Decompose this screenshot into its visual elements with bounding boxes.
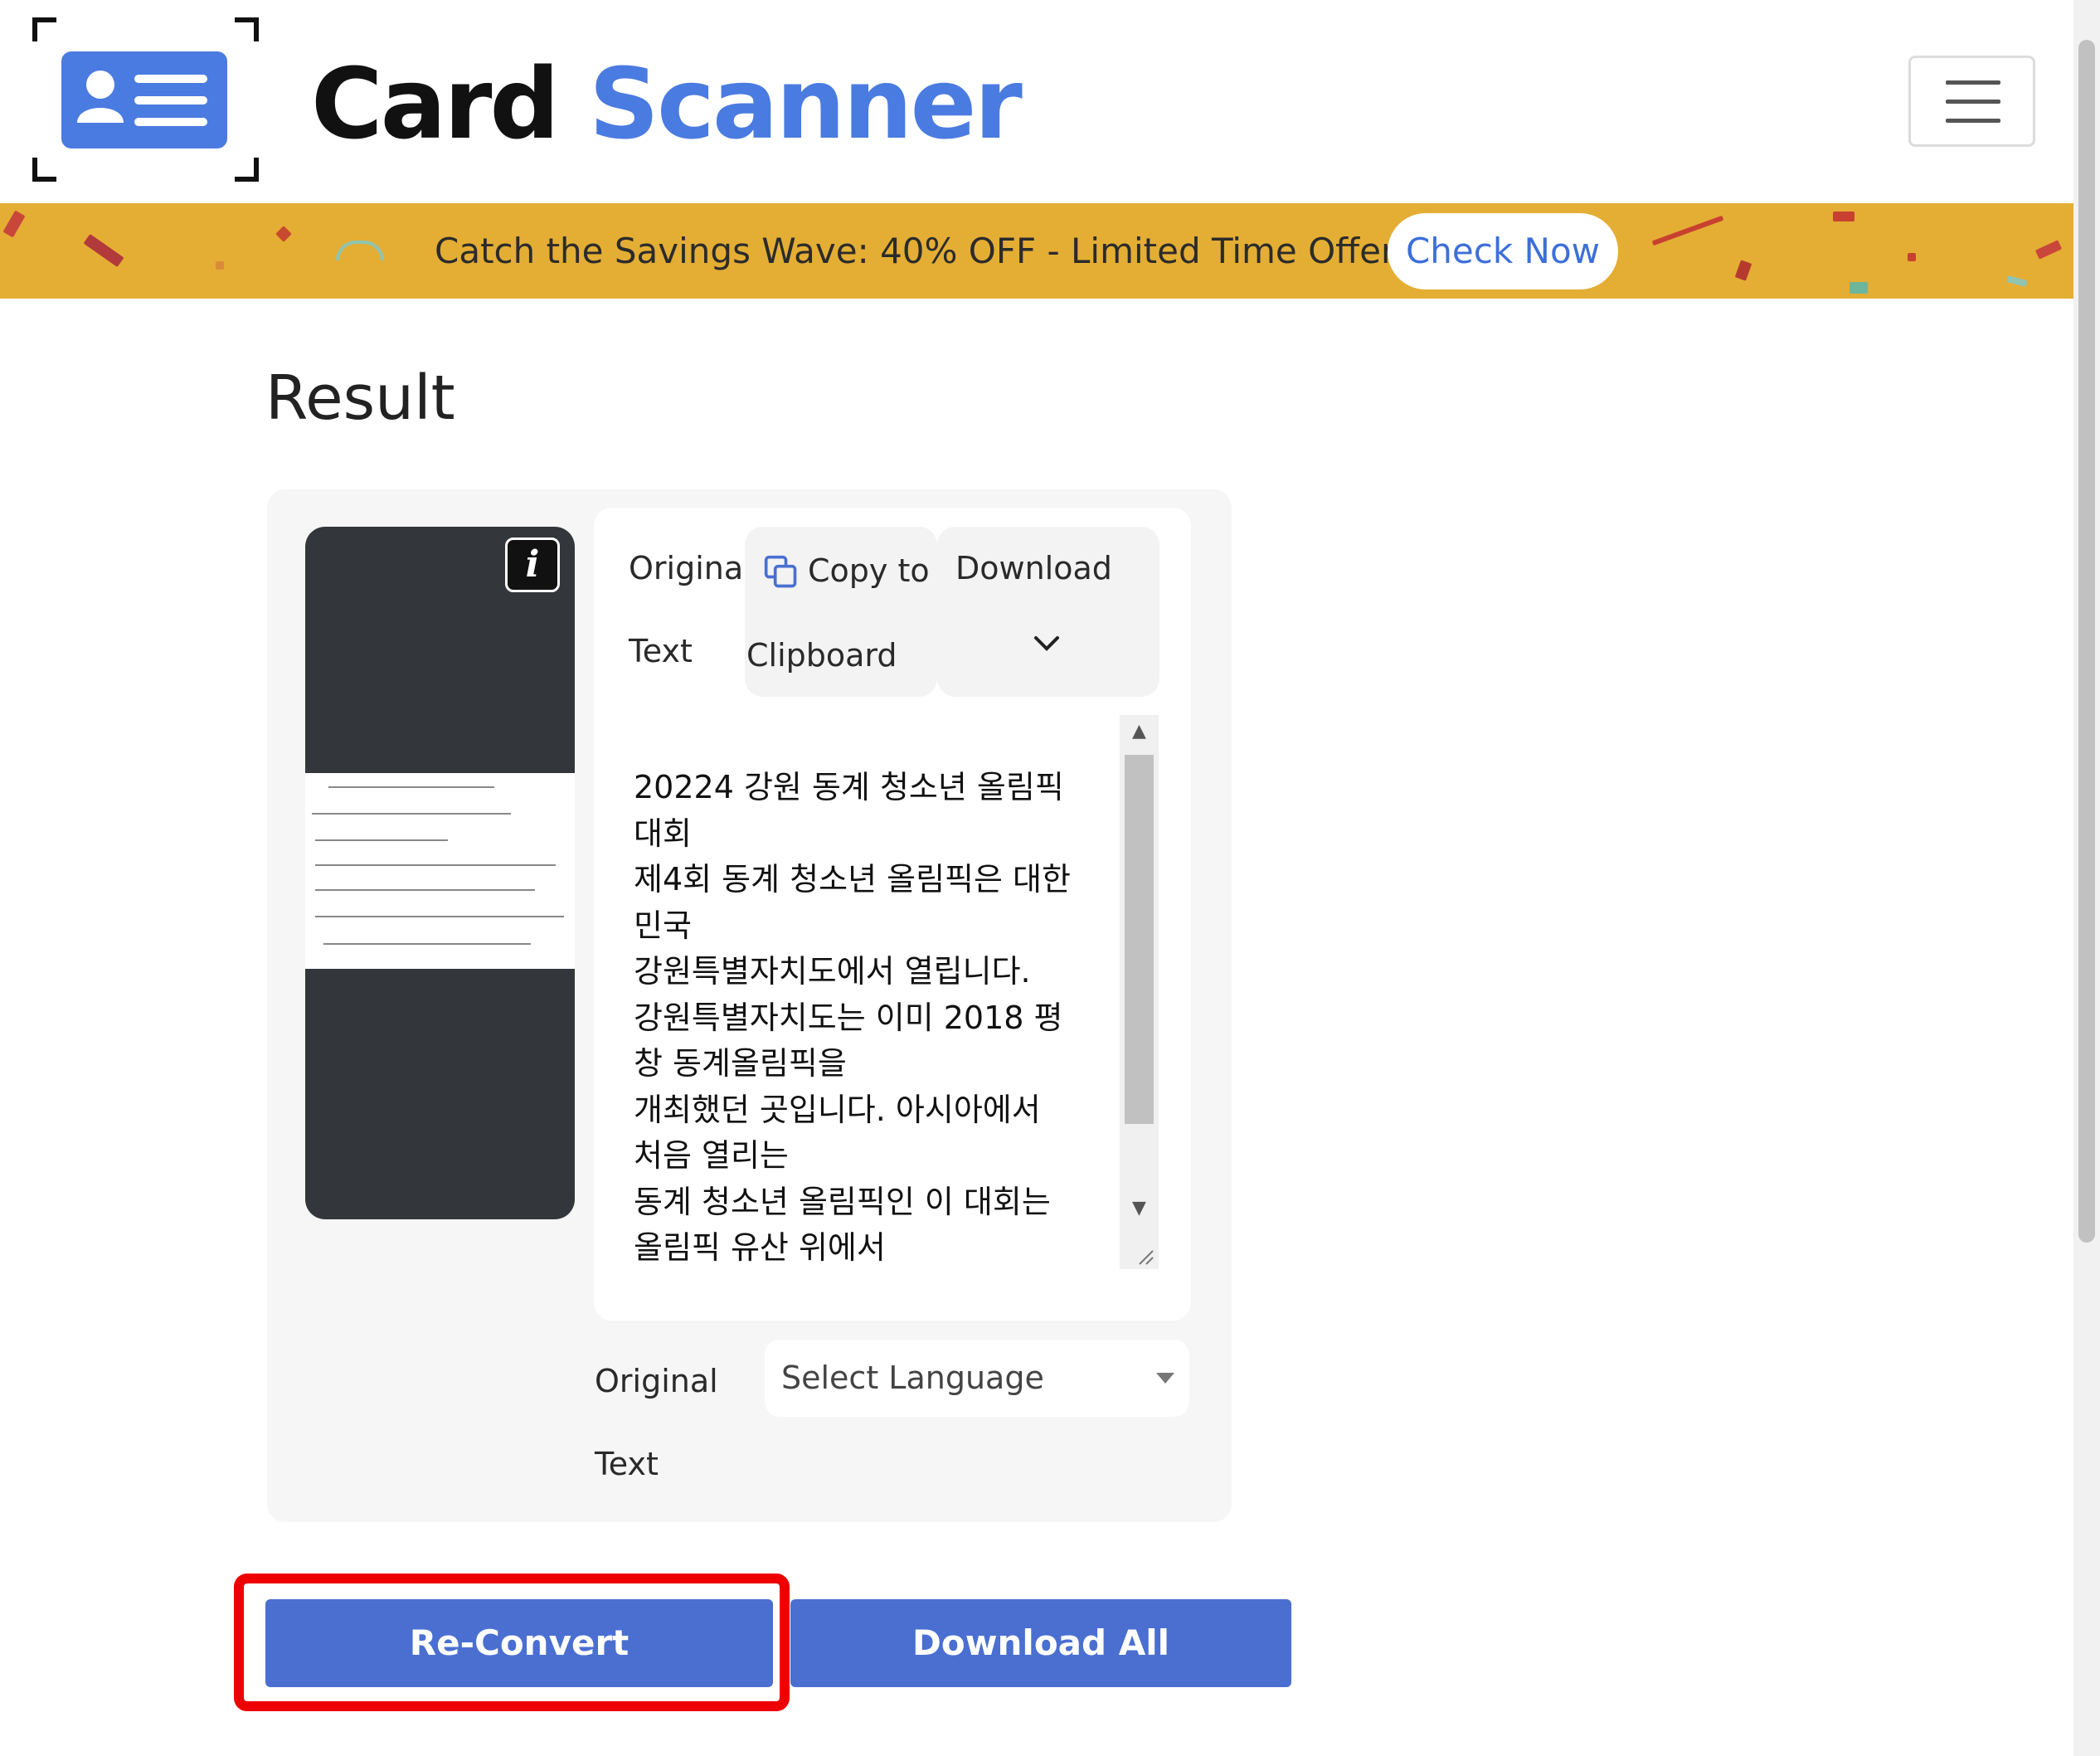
promo-banner: Catch the Savings Wave: 40% OFF - Limite… [0, 203, 2073, 299]
handwriting-line [312, 813, 511, 815]
scroll-up-arrow-icon[interactable]: ▲ [1120, 715, 1159, 748]
original-text-label-2: Text [629, 633, 693, 669]
download-dropdown-button[interactable]: Download [937, 527, 1159, 697]
handwriting-line [315, 916, 564, 917]
language-label: Original [595, 1363, 718, 1399]
promo-text: Catch the Savings Wave: 40% OFF - Limite… [435, 231, 1396, 271]
handwriting-line [328, 786, 494, 788]
confetti-decoration [2006, 275, 2028, 287]
check-now-button[interactable]: Check Now [1388, 213, 1618, 289]
confetti-decoration [1651, 215, 1724, 246]
extracted-text-line: 개최했던 곳입니다. 아시아에서 [634, 1091, 1041, 1128]
confetti-decoration [1908, 253, 1916, 261]
page-scrollbar[interactable] [2073, 0, 2100, 1756]
menu-bar [1946, 80, 2000, 85]
brand-word-scanner: Scanner [588, 46, 1023, 161]
confetti-decoration [83, 233, 124, 268]
confetti-decoration [2, 210, 26, 238]
extracted-text-line: 대회 [634, 815, 692, 852]
download-label: Download [955, 550, 1112, 586]
copy-label: Copy to [808, 552, 930, 589]
scrollbar-thumb[interactable] [1125, 755, 1154, 1124]
textarea-scrollbar[interactable]: ▲ ▼ [1120, 715, 1159, 1269]
download-all-button[interactable]: Download All [790, 1599, 1291, 1687]
info-icon[interactable]: i [505, 538, 560, 592]
scanned-image-thumbnail[interactable] [305, 527, 575, 1219]
clipboard-label: Clipboard [746, 637, 897, 674]
menu-bar [1946, 119, 2000, 123]
confetti-decoration [216, 261, 224, 270]
extracted-text-line: 민국 [634, 907, 692, 944]
language-select[interactable]: Select Language [765, 1340, 1189, 1417]
extracted-text-area[interactable]: 20224 강원 동계 청소년 올림픽대회제4회 동계 청소년 올림픽은 대한민… [614, 715, 1159, 1269]
page: Card Scanner Catch the Savings Wave: 40%… [0, 0, 2100, 1756]
caret-down-icon [1156, 1373, 1174, 1384]
confetti-decoration [336, 241, 384, 260]
confetti-decoration [275, 226, 292, 242]
chevron-down-icon [1034, 636, 1059, 651]
language-select-value: Select Language [781, 1360, 1044, 1396]
original-text-label: Original [629, 550, 752, 586]
handwriting-line [315, 889, 535, 891]
site-header: Card Scanner [0, 0, 2073, 203]
extracted-text-line: 강원특별자치도는 이미 2018 평 [634, 999, 1063, 1036]
brand-name[interactable]: Card Scanner [311, 41, 1023, 166]
copy-to-clipboard-button[interactable]: Copy to Clipboard [745, 527, 937, 697]
handwriting-line [315, 839, 448, 841]
confetti-decoration [1734, 260, 1752, 281]
highlight-box [234, 1574, 790, 1711]
extracted-text-line: 올림픽 유산 위에서 [634, 1229, 886, 1266]
page-scrollbar-thumb[interactable] [2078, 40, 2095, 1243]
extracted-text-content: 20224 강원 동계 청소년 올림픽대회제4회 동계 청소년 올림픽은 대한민… [634, 765, 1123, 1269]
extracted-text-line: 20224 강원 동계 청소년 올림픽 [634, 769, 1064, 805]
menu-bar [1946, 100, 2000, 104]
copy-icon [764, 555, 797, 588]
confetti-decoration [2034, 240, 2063, 260]
extracted-text-line: 제4회 동계 청소년 올림픽은 대한 [634, 861, 1071, 897]
scroll-down-arrow-icon[interactable]: ▼ [1120, 1192, 1159, 1225]
extracted-text-line: 창 동계올림픽을 [634, 1045, 847, 1082]
hamburger-menu-icon[interactable] [1908, 56, 2035, 147]
handwritten-note-image [305, 773, 575, 969]
page-title: Result [265, 362, 455, 434]
extracted-text-line: 강원특별자치도에서 열립니다. [634, 953, 1031, 990]
extracted-text-line: 처음 열리는 [634, 1137, 789, 1174]
resize-handle-icon[interactable] [1135, 1246, 1155, 1266]
extracted-text-line: 동계 청소년 올림픽인 이 대회는 [634, 1183, 1051, 1220]
confetti-decoration [1833, 212, 1855, 221]
language-label-2: Text [595, 1446, 659, 1482]
brand-word-card: Card [311, 46, 560, 161]
handwriting-line [315, 864, 556, 866]
handwriting-line [323, 943, 531, 945]
id-card-scan-icon[interactable] [32, 17, 260, 182]
confetti-decoration [1850, 282, 1868, 294]
